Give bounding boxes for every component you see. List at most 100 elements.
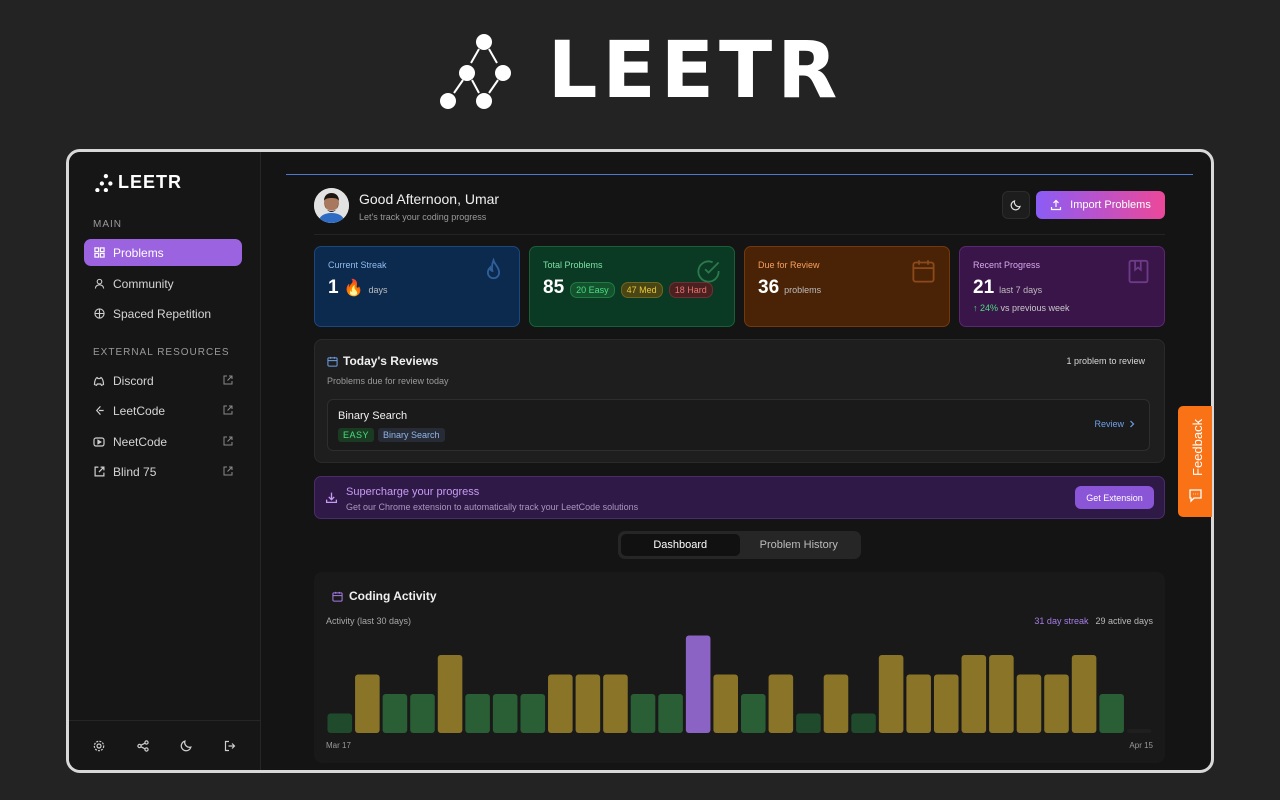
import-problems-label: Import Problems: [1070, 199, 1151, 211]
avatar[interactable]: [314, 188, 349, 223]
activity-bar[interactable]: [878, 655, 904, 733]
sidebar-item-blind-75[interactable]: Blind 75: [84, 458, 242, 485]
activity-bar[interactable]: [1071, 655, 1097, 733]
book-icon: [1128, 259, 1149, 284]
leetcode-icon: [93, 405, 105, 417]
moon-icon[interactable]: [179, 739, 193, 753]
stat-unit: days: [368, 285, 388, 295]
activity-bar[interactable]: [933, 674, 959, 734]
sidebar-item-label: Community: [113, 276, 174, 291]
get-extension-button[interactable]: Get Extension: [1075, 486, 1154, 509]
sidebar-brand-text: LEETR: [118, 172, 183, 192]
sidebar-item-problems[interactable]: Problems: [84, 239, 242, 266]
sidebar-item-leetcode[interactable]: LeetCode: [84, 397, 242, 424]
sidebar-brand[interactable]: LEETR: [95, 172, 182, 193]
user-icon: [93, 278, 105, 290]
top-divider: [286, 174, 1193, 175]
section-heading-external: EXTERNAL RESOURCES: [93, 347, 230, 358]
activity-bar[interactable]: [603, 674, 628, 734]
stat-value-row: 21 last 7 days: [973, 277, 1042, 299]
activity-bar[interactable]: [382, 694, 408, 733]
activity-bar[interactable]: [1099, 694, 1124, 733]
activity-bar[interactable]: [1016, 674, 1042, 734]
activity-title: Coding Activity: [332, 589, 437, 603]
activity-bar[interactable]: [355, 674, 380, 734]
activity-bar[interactable]: [465, 694, 490, 733]
settings-icon[interactable]: [92, 739, 106, 753]
main-content: Good Afternoon, Umar Let's track your co…: [262, 152, 1211, 770]
activity-bar[interactable]: [1126, 729, 1152, 733]
sidebar-item-label: Discord: [113, 373, 154, 388]
activity-bar[interactable]: [520, 694, 546, 733]
stat-value-row: 1 🔥 days: [328, 277, 388, 299]
review-problem-name: Binary Search: [338, 410, 408, 422]
activity-bar[interactable]: [548, 674, 573, 734]
activity-bar[interactable]: [1044, 674, 1069, 734]
activity-bar[interactable]: [713, 674, 738, 734]
stat-unit: problems: [784, 285, 822, 295]
stat-card-total-problems[interactable]: Total Problems 85 20 Easy 47 Med 18 Hard: [529, 246, 735, 327]
tab-problem-history[interactable]: Problem History: [740, 534, 859, 556]
sidebar-item-label: Blind 75: [113, 464, 157, 479]
share-icon[interactable]: [136, 739, 150, 753]
activity-bar[interactable]: [437, 655, 463, 733]
stat-value: 21: [973, 277, 995, 298]
app-window: LEETR MAIN Problems Community Spaced Rep…: [66, 149, 1214, 773]
activity-bar[interactable]: [796, 713, 821, 734]
chat-icon: [1189, 489, 1202, 503]
streak-count: 31 day streak: [1034, 616, 1089, 626]
view-tabs: Dashboard Problem History: [618, 531, 861, 559]
tab-dashboard[interactable]: Dashboard: [621, 534, 740, 556]
sidebar-item-label: NeetCode: [113, 434, 168, 449]
sidebar-item-community[interactable]: Community: [84, 270, 242, 297]
activity-bar[interactable]: [658, 694, 683, 733]
review-item-card[interactable]: Binary Search EASY Binary Search Review: [327, 399, 1150, 451]
feedback-tab[interactable]: Feedback: [1178, 406, 1212, 517]
activity-bar[interactable]: [961, 655, 987, 733]
external-link-icon: [223, 466, 233, 476]
stat-card-recent-progress[interactable]: Recent Progress 21 last 7 days ↑ 24% vs …: [959, 246, 1165, 327]
reviews-subtitle: Problems due for review today: [327, 376, 449, 386]
chevron-right-icon: [1130, 420, 1135, 428]
calendar-icon: [912, 260, 935, 283]
stat-value-row: 36 problems: [758, 277, 821, 299]
sidebar-item-spaced-repetition[interactable]: Spaced Repetition: [84, 300, 242, 327]
header-divider: [314, 234, 1165, 235]
activity-bar[interactable]: [823, 674, 849, 734]
activity-bar[interactable]: [741, 694, 766, 733]
stat-value-row: 85 20 Easy 47 Med 18 Hard: [543, 277, 713, 299]
review-button[interactable]: Review: [1094, 419, 1135, 429]
reviews-title-text: Today's Reviews: [343, 354, 439, 368]
activity-bar[interactable]: [492, 694, 518, 733]
review-button-label: Review: [1094, 419, 1124, 429]
sidebar-item-neetcode[interactable]: NeetCode: [84, 428, 242, 455]
sidebar-footer: [69, 720, 260, 770]
theme-toggle-button[interactable]: [1002, 191, 1030, 219]
medium-count-pill: 47 Med: [620, 282, 663, 298]
activity-bar[interactable]: [410, 694, 435, 733]
download-icon: [325, 492, 338, 504]
sidebar-item-discord[interactable]: Discord: [84, 367, 242, 394]
activity-bar[interactable]: [685, 635, 711, 734]
sidebar-item-label: Problems: [113, 245, 164, 260]
activity-bar[interactable]: [630, 694, 656, 733]
activity-bar[interactable]: [768, 674, 794, 734]
logout-icon[interactable]: [223, 739, 237, 753]
activity-bar[interactable]: [989, 655, 1014, 733]
trend-percent: ↑ 24%: [973, 303, 999, 313]
stat-card-due-for-review[interactable]: Due for Review 36 problems: [744, 246, 950, 327]
stat-unit: last 7 days: [999, 285, 1043, 295]
import-problems-button[interactable]: Import Problems: [1036, 191, 1165, 219]
stat-card-current-streak[interactable]: Current Streak 1 🔥 days: [314, 246, 520, 327]
activity-bar[interactable]: [575, 674, 601, 734]
activity-bar[interactable]: [327, 713, 353, 734]
activity-bar[interactable]: [906, 674, 931, 734]
calendar-icon: [327, 356, 338, 367]
brain-icon: [93, 308, 105, 320]
promo-title: Supercharge your progress: [346, 486, 480, 498]
activity-bar[interactable]: [851, 713, 876, 734]
grid-icon: [93, 247, 105, 259]
promo-subtitle: Get our Chrome extension to automaticall…: [346, 502, 639, 512]
todays-reviews-panel: Today's Reviews 1 problem to review Prob…: [314, 339, 1165, 463]
review-tags: EASY Binary Search: [338, 428, 445, 442]
